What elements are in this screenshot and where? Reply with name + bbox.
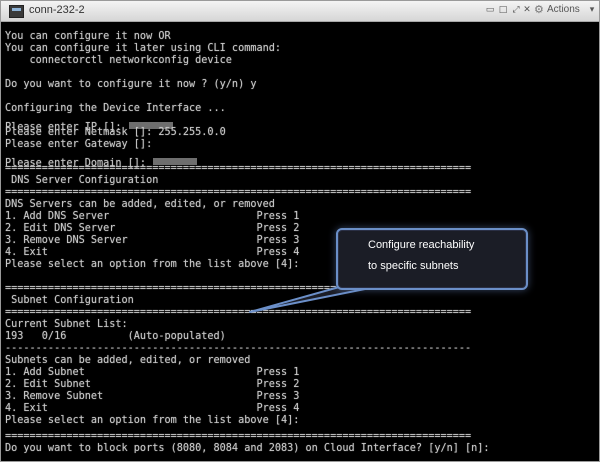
terminal-divider: ----------------------------------------…	[5, 343, 472, 354]
terminal-line: DNS Server Configuration	[5, 175, 159, 186]
terminal-divider: ========================================…	[5, 307, 472, 318]
chevron-down-icon[interactable]: ▾	[587, 5, 597, 15]
terminal-line: Configuring the Device Interface ...	[5, 103, 226, 114]
terminal-line: DNS Servers can be added, edited, or rem…	[5, 199, 275, 210]
terminal-line: Please select an option from the list ab…	[5, 415, 300, 426]
terminal-line: 4. Exit Press 4	[5, 403, 300, 414]
domain-prompt-row: Please enter Domain []:	[5, 151, 198, 169]
actions-menu[interactable]: Actions	[547, 4, 580, 15]
terminal-line: Current Subnet List:	[5, 319, 128, 330]
terminal-line: Subnets can be added, edited, or removed	[5, 355, 251, 366]
ip-prompt-row: Please enter IP []:	[5, 115, 173, 133]
terminal-line: Please enter Gateway []:	[5, 139, 153, 150]
terminal-line: Subnet Configuration	[5, 295, 134, 306]
maximize-icon[interactable]: □	[498, 5, 508, 15]
callout-text-line-2: to specific subnets	[368, 260, 459, 272]
terminal-line: connectorctl networkconfig device	[5, 55, 232, 66]
terminal-line: 3. Remove Subnet Press 3	[5, 391, 300, 402]
terminal-line: Do you want to block ports (8080, 8084 a…	[5, 443, 490, 454]
callout-text-line-1: Configure reachability	[368, 239, 475, 251]
terminal-line: 193 0/16 (Auto-populated)	[5, 331, 226, 342]
terminal-line: 1. Add DNS Server Press 1	[5, 211, 300, 222]
gear-icon[interactable]: ⚙	[534, 3, 544, 16]
terminal-line: 3. Remove DNS Server Press 3	[5, 235, 300, 246]
terminal-line: Please enter Netmask []: 255.255.0.0	[5, 127, 226, 138]
terminal-divider: ========================================…	[5, 431, 472, 442]
window-titlebar: conn-232-2 ▭ □ ⤢ ✕ ⚙ Actions ▾	[1, 1, 599, 22]
terminal-line: 2. Edit Subnet Press 2	[5, 379, 300, 390]
terminal-line: 1. Add Subnet Press 1	[5, 367, 300, 378]
fullscreen-icon[interactable]: ⤢	[511, 5, 521, 15]
terminal-line: Do you want to configure it now ? (y/n) …	[5, 79, 257, 90]
terminal-line: 2. Edit DNS Server Press 2	[5, 223, 300, 234]
window-title: conn-232-2	[29, 4, 85, 16]
terminal-line: 4. Exit Press 4	[5, 247, 300, 258]
terminal-divider: ========================================…	[5, 187, 472, 198]
terminal-divider: ========================================…	[5, 163, 472, 174]
terminal-line: Please select an option from the list ab…	[5, 259, 300, 270]
terminal-line: You can configure it now OR	[5, 31, 171, 42]
restore-icon[interactable]: ▭	[485, 5, 495, 15]
console-icon	[9, 5, 24, 18]
terminal-line: You can configure it later using CLI com…	[5, 43, 282, 54]
close-icon[interactable]: ✕	[522, 5, 532, 15]
callout-tooltip: Configure reachability to specific subne…	[336, 228, 528, 290]
